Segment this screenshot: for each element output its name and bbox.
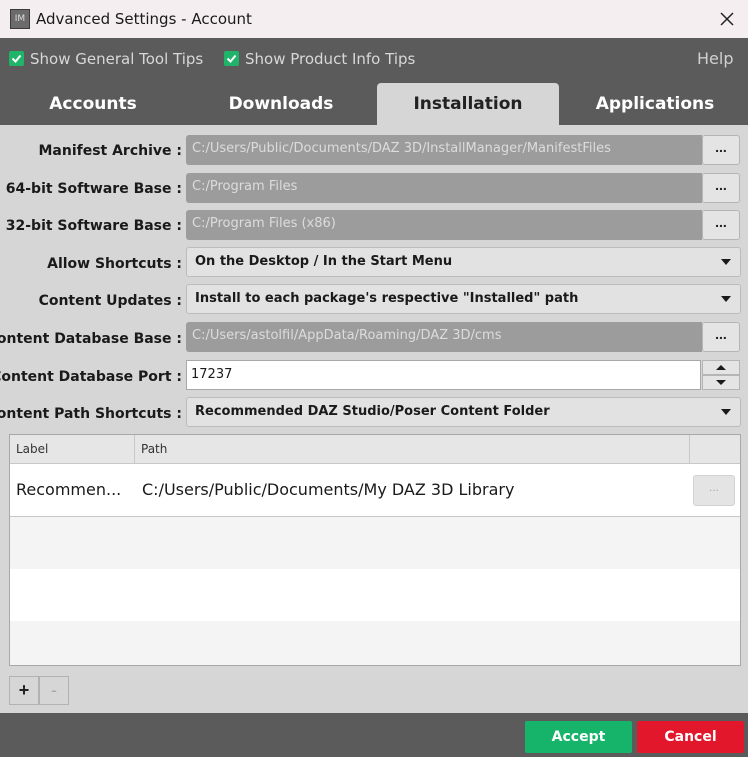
row-path: C:/Users/Public/Documents/My DAZ 3D Libr… — [142, 480, 515, 499]
tab-applications[interactable]: Applications — [562, 83, 748, 125]
column-divider — [689, 435, 690, 463]
row-label: Recommen... — [16, 480, 122, 499]
content-updates-label: Content Updates : — [38, 293, 182, 309]
software-base-64-field: C:/Program Files — [186, 173, 702, 203]
allow-shortcuts-label: Allow Shortcuts : — [47, 256, 182, 272]
table-row-empty — [10, 517, 740, 569]
product-info-tips-checkbox[interactable] — [224, 51, 239, 66]
content-db-base-browse-button[interactable]: ... — [702, 322, 740, 352]
chevron-up-icon — [716, 365, 726, 370]
bottom-bar — [0, 713, 748, 757]
table-row[interactable]: Recommen... C:/Users/Public/Documents/My… — [10, 464, 740, 517]
content-db-port-input[interactable]: 17237 — [186, 360, 701, 390]
content-db-base-label: Content Database Base : — [0, 331, 182, 347]
cancel-button[interactable]: Cancel — [637, 721, 744, 753]
column-divider — [134, 435, 135, 463]
checkmark-icon — [11, 54, 22, 63]
allow-shortcuts-select[interactable]: On the Desktop / In the Start Menu — [186, 247, 741, 277]
table-row-empty — [10, 569, 740, 621]
content-paths-table: Label Path Recommen... C:/Users/Public/D… — [9, 434, 741, 666]
content-path-shortcuts-label: Content Path Shortcuts : — [0, 406, 182, 422]
software-base-32-browse-button[interactable]: ... — [702, 210, 740, 240]
tab-accounts[interactable]: Accounts — [0, 83, 186, 125]
tab-installation[interactable]: Installation — [377, 83, 559, 125]
close-icon — [720, 12, 734, 26]
software-base-64-browse-button[interactable]: ... — [702, 173, 740, 203]
remove-path-button[interactable]: - — [39, 676, 69, 705]
manifest-archive-label: Manifest Archive : — [38, 143, 182, 159]
chevron-down-icon — [721, 409, 731, 415]
general-tool-tips-label[interactable]: Show General Tool Tips — [30, 50, 203, 68]
close-button[interactable] — [712, 6, 742, 32]
table-row-empty — [10, 621, 740, 665]
help-link[interactable]: Help — [697, 49, 733, 68]
title-bar: IM Advanced Settings - Account — [0, 0, 748, 38]
column-header-label[interactable]: Label — [16, 435, 48, 463]
column-header-path[interactable]: Path — [141, 435, 167, 463]
chevron-down-icon — [721, 296, 731, 302]
content-path-shortcuts-value: Recommended DAZ Studio/Poser Content Fol… — [195, 404, 550, 419]
software-base-32-label: 32-bit Software Base : — [5, 218, 182, 234]
general-tool-tips-checkbox[interactable] — [9, 51, 24, 66]
content-db-base-field: C:/Users/astolfil/AppData/Roaming/DAZ 3D… — [186, 322, 702, 352]
port-decrement-button[interactable] — [702, 375, 740, 390]
content-updates-select[interactable]: Install to each package's respective "In… — [186, 284, 741, 314]
checkmark-icon — [226, 54, 237, 63]
content-db-port-label: Content Database Port : — [0, 369, 182, 385]
port-increment-button[interactable] — [702, 360, 740, 375]
content-updates-value: Install to each package's respective "In… — [195, 291, 579, 306]
window-title: Advanced Settings - Account — [36, 10, 252, 28]
software-base-64-label: 64-bit Software Base : — [5, 181, 182, 197]
chevron-down-icon — [716, 380, 726, 385]
app-icon: IM — [10, 9, 30, 29]
add-path-button[interactable]: + — [9, 676, 39, 705]
software-base-32-field: C:/Program Files (x86) — [186, 210, 702, 240]
tab-downloads[interactable]: Downloads — [186, 83, 376, 125]
accept-button[interactable]: Accept — [525, 721, 632, 753]
manifest-archive-field: C:/Users/Public/Documents/DAZ 3D/Install… — [186, 135, 702, 165]
table-header: Label Path — [10, 435, 740, 464]
product-info-tips-label[interactable]: Show Product Info Tips — [245, 50, 415, 68]
row-browse-button[interactable]: ... — [693, 475, 735, 506]
chevron-down-icon — [721, 259, 731, 265]
content-path-shortcuts-select[interactable]: Recommended DAZ Studio/Poser Content Fol… — [186, 397, 741, 427]
allow-shortcuts-value: On the Desktop / In the Start Menu — [195, 254, 453, 269]
manifest-archive-browse-button[interactable]: ... — [702, 135, 740, 165]
